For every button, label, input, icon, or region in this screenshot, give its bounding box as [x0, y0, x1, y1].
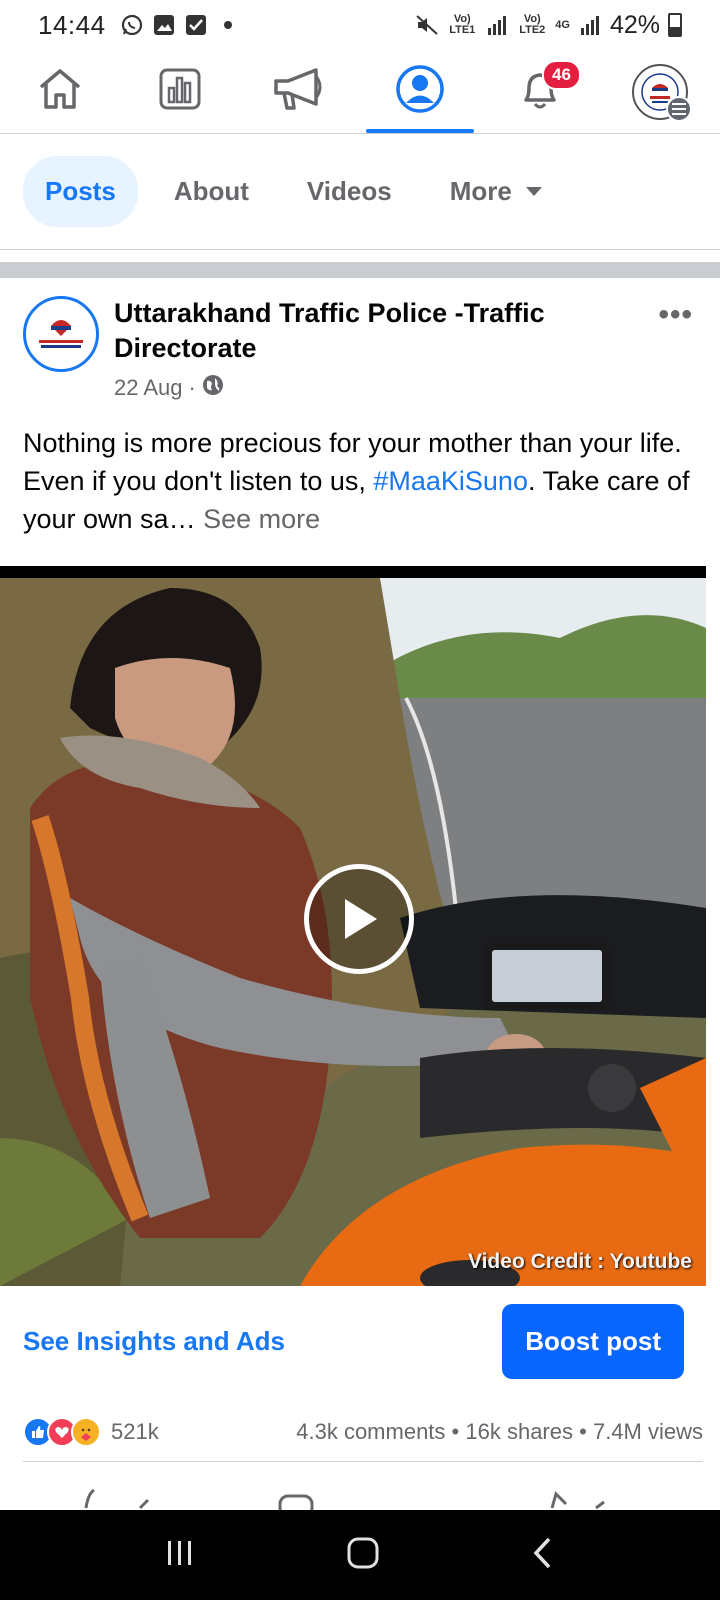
nav-home[interactable] [0, 50, 120, 133]
play-icon [345, 899, 377, 939]
mute-icon [415, 13, 439, 37]
megaphone-icon [272, 67, 328, 116]
tab-posts[interactable]: Posts [23, 156, 138, 227]
signal-icon [578, 13, 602, 37]
post-hashtag[interactable]: #MaaKiSuno [373, 466, 528, 496]
caret-down-icon [525, 187, 542, 196]
signal-icon [485, 13, 509, 37]
page-avatar-menu-icon [632, 63, 692, 122]
recent-apps-icon[interactable] [165, 1538, 195, 1573]
page-name[interactable]: Uttarakhand Traffic Police -Traffic Dire… [114, 296, 634, 366]
reaction-count[interactable]: 521k [111, 1419, 159, 1445]
top-nav: 46 [0, 50, 720, 134]
comments-count[interactable]: 4.3k comments [296, 1419, 445, 1444]
video-player[interactable]: Video Credit : Youtube [0, 566, 706, 1286]
post-meta: 22 Aug · [114, 374, 634, 402]
menu-icon [666, 95, 692, 122]
home-button-icon[interactable] [346, 1536, 380, 1575]
tab-more[interactable]: More [450, 176, 542, 207]
section-separator [0, 262, 720, 278]
notification-badge: 46 [542, 60, 581, 90]
battery-icon [668, 13, 682, 37]
tab-about[interactable]: About [174, 176, 249, 207]
post-date[interactable]: 22 Aug [114, 375, 183, 401]
network-type: 4G [555, 18, 570, 31]
play-button[interactable] [304, 864, 414, 974]
views-count[interactable]: 7.4M views [593, 1419, 703, 1444]
check-icon [184, 13, 208, 37]
engagement-stats: 4.3k comments • 16k shares • 7.4M views [296, 1419, 703, 1445]
meta-separator: · [188, 375, 196, 400]
nav-insights[interactable] [120, 50, 240, 133]
insights-bar: See Insights and Ads Boost post [0, 1286, 720, 1396]
battery-percent: 42% [609, 10, 660, 39]
post-header: Uttarakhand Traffic Police -Traffic Dire… [23, 296, 713, 402]
status-bar: 14:44 Vo) LTE1 Vo) LTE2 4G 42% [0, 0, 720, 50]
system-nav-bar [0, 1510, 720, 1600]
see-insights-link[interactable]: See Insights and Ads [23, 1326, 285, 1357]
gallery-icon [152, 13, 176, 37]
video-credit: Video Credit : Youtube [467, 1250, 692, 1273]
insights-icon [159, 68, 201, 115]
shares-count[interactable]: 16k shares [465, 1419, 573, 1444]
nav-ads[interactable] [240, 50, 360, 133]
post-options-icon[interactable]: ••• [658, 298, 693, 332]
reaction-summary: 521k 4.3k comments • 16k shares • 7.4M v… [23, 1408, 703, 1462]
page-tabs: Posts About Videos More [0, 134, 720, 250]
nav-notifications[interactable]: 46 [480, 50, 600, 133]
post-text: Nothing is more precious for your mother… [23, 424, 703, 538]
tab-videos[interactable]: Videos [307, 176, 392, 207]
see-more-link[interactable]: See more [203, 504, 320, 534]
nav-profile[interactable] [360, 50, 480, 133]
action-icons-peek [84, 1488, 605, 1510]
page-avatar[interactable] [23, 296, 99, 372]
home-icon [37, 67, 83, 116]
whatsapp-icon [120, 13, 144, 37]
profile-icon [395, 64, 445, 119]
sim1-label: Vo) LTE1 [449, 13, 476, 36]
nav-page-menu[interactable] [600, 50, 720, 133]
sim2-label: Vo) LTE2 [519, 13, 546, 36]
dot-icon [216, 13, 240, 37]
reaction-icons[interactable] [23, 1416, 101, 1447]
stat-dot: • [451, 1418, 460, 1444]
globe-icon [202, 374, 224, 402]
boost-post-button[interactable]: Boost post [502, 1303, 684, 1379]
post-actions [0, 1486, 720, 1510]
back-icon[interactable] [531, 1536, 555, 1575]
status-time: 14:44 [38, 9, 106, 40]
stat-dot: • [579, 1418, 587, 1444]
tab-more-label: More [449, 176, 512, 206]
care-icon [71, 1416, 101, 1447]
